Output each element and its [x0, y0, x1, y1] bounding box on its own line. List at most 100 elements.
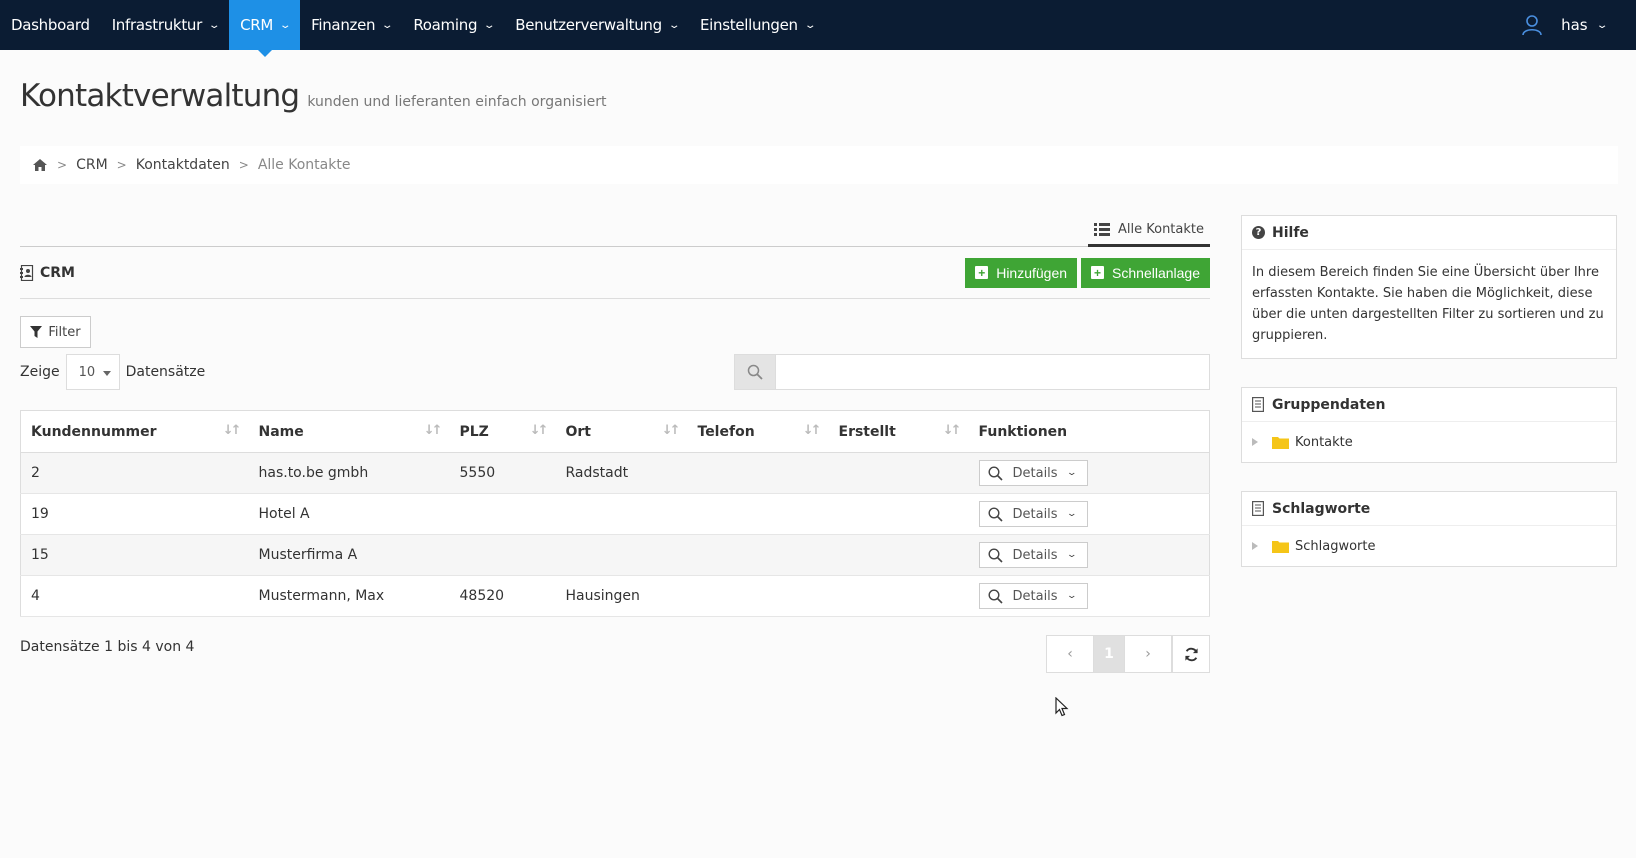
- action-buttons: + Hinzufügen + Schnellanlage: [965, 257, 1210, 288]
- add-button[interactable]: + Hinzufügen: [965, 257, 1078, 288]
- table-controls: Zeige 10 Datensätze: [20, 354, 1210, 390]
- chevron-down-icon: ⌄: [1065, 591, 1078, 601]
- cell-plz: 48520: [449, 575, 556, 617]
- chevron-down-icon: ⌄: [1065, 550, 1078, 560]
- search-icon: [987, 506, 1003, 522]
- search-addon: [734, 354, 776, 390]
- column-label: Erstellt: [838, 423, 896, 440]
- tree-item-schlagworte[interactable]: Schlagworte: [1242, 526, 1616, 566]
- filter-label: Filter: [48, 324, 81, 340]
- next-page-button[interactable]: ›: [1124, 635, 1172, 673]
- cell-kundennummer: 19: [20, 493, 249, 535]
- page-length-value: 10: [78, 364, 96, 380]
- expand-arrow-icon[interactable]: [1252, 542, 1258, 550]
- search-input[interactable]: [776, 354, 1210, 390]
- nav-infrastruktur[interactable]: Infrastruktur ⌄: [101, 0, 229, 50]
- home-icon[interactable]: [32, 158, 48, 172]
- cell-funktionen: Details ⌄: [968, 575, 1210, 617]
- col-name[interactable]: Name ↓↑: [248, 410, 450, 453]
- top-navbar: Dashboard Infrastruktur ⌄ CRM ⌄ Finanzen ⌄ …: [0, 0, 1636, 57]
- document-icon: [1252, 397, 1264, 412]
- nav-label: Infrastruktur: [111, 16, 203, 34]
- cell-erstellt: [828, 452, 969, 494]
- details-button[interactable]: Details ⌄: [978, 542, 1088, 568]
- col-ort[interactable]: Ort ↓↑: [555, 410, 688, 453]
- nav-crm[interactable]: CRM ⌄: [229, 0, 301, 57]
- breadcrumb-crm[interactable]: CRM: [76, 157, 108, 173]
- tree-item-kontakte[interactable]: Kontakte: [1242, 422, 1616, 462]
- user-name-label: has: [1561, 16, 1588, 34]
- cell-ort: Hausingen: [555, 575, 688, 617]
- table-row[interactable]: 19 Hotel A Details ⌄: [20, 493, 1210, 535]
- table-row[interactable]: 4 Mustermann, Max 48520 Hausingen Detail…: [20, 575, 1210, 617]
- cell-telefon: [687, 575, 829, 617]
- details-button[interactable]: Details ⌄: [978, 501, 1088, 527]
- details-button[interactable]: Details ⌄: [978, 583, 1088, 609]
- column-label: Ort: [565, 423, 592, 440]
- details-label: Details: [1012, 588, 1058, 604]
- search-icon: [747, 364, 763, 380]
- nav-benutzerverwaltung[interactable]: Benutzerverwaltung ⌄: [504, 0, 689, 50]
- column-label: Name: [258, 423, 304, 440]
- details-button[interactable]: Details ⌄: [978, 460, 1088, 486]
- cell-erstellt: [828, 493, 969, 535]
- nav-label: Roaming: [413, 16, 478, 34]
- user-menu[interactable]: has ⌄: [1521, 0, 1636, 50]
- refresh-button[interactable]: [1172, 635, 1210, 673]
- cell-funktionen: Details ⌄: [968, 534, 1210, 576]
- col-telefon[interactable]: Telefon ↓↑: [687, 410, 829, 453]
- col-erstellt[interactable]: Erstellt ↓↑: [828, 410, 969, 453]
- sort-icon: ↓↑: [529, 423, 549, 438]
- cell-erstellt: [828, 575, 969, 617]
- chevron-down-icon: ⌄: [803, 19, 817, 31]
- breadcrumb-current: Alle Kontakte: [257, 157, 351, 173]
- sort-icon: ↓↑: [661, 423, 681, 438]
- chevron-down-icon: ⌄: [279, 19, 292, 31]
- question-icon: ?: [1252, 226, 1265, 239]
- previous-page-button[interactable]: ‹: [1046, 635, 1094, 673]
- table-row[interactable]: 15 Musterfirma A Details ⌄: [20, 534, 1210, 576]
- breadcrumb-separator-icon: >: [238, 158, 249, 172]
- plus-icon: +: [1091, 266, 1105, 279]
- filter-button[interactable]: Filter: [20, 316, 91, 348]
- help-title: Hilfe: [1272, 224, 1309, 241]
- col-kundennummer[interactable]: Kundennummer ↓↑: [20, 410, 249, 453]
- cell-ort: [555, 534, 688, 576]
- breadcrumb: > CRM > Kontaktdaten > Alle Kontakte: [20, 146, 1618, 184]
- column-label: Telefon: [697, 423, 755, 440]
- details-label: Details: [1012, 465, 1058, 481]
- tree-item-label: Schlagworte: [1295, 538, 1376, 554]
- nav-finanzen[interactable]: Finanzen ⌄: [300, 0, 402, 50]
- table-row[interactable]: 2 has.to.be gmbh 5550 Radstadt Details ⌄: [20, 452, 1210, 494]
- nav-label: Dashboard: [11, 16, 90, 34]
- cell-name: Hotel A: [248, 493, 450, 535]
- main-content: Alle Kontakte CRM + Hinzufügen + Schnellan…: [20, 215, 1210, 673]
- nav-dashboard[interactable]: Dashboard: [0, 0, 101, 50]
- cell-plz: 5550: [449, 452, 556, 494]
- table-header-row: Kundennummer ↓↑ Name ↓↑ PLZ ↓↑ Ort ↓↑ Telefo…: [20, 410, 1210, 453]
- nav-label: Einstellungen: [699, 16, 798, 34]
- sidebar: ? Hilfe In diesem Bereich finden Sie ein…: [1241, 215, 1617, 595]
- col-plz[interactable]: PLZ ↓↑: [449, 410, 556, 453]
- groups-panel: Gruppendaten Kontakte: [1241, 387, 1617, 463]
- expand-arrow-icon[interactable]: [1252, 438, 1258, 446]
- breadcrumb-kontaktdaten[interactable]: Kontaktdaten: [136, 157, 230, 173]
- page-1-button[interactable]: 1: [1093, 635, 1125, 673]
- length-prefix: Zeige: [20, 364, 60, 380]
- nav-roaming[interactable]: Roaming ⌄: [402, 0, 504, 50]
- user-name[interactable]: has ⌄: [1561, 16, 1608, 34]
- breadcrumb-separator-icon: >: [116, 158, 127, 172]
- folder-icon: [1272, 436, 1289, 449]
- quick-add-button[interactable]: + Schnellanlage: [1081, 257, 1210, 288]
- sort-icon: ↓↑: [423, 423, 443, 438]
- cell-name: has.to.be gmbh: [248, 452, 450, 494]
- cell-ort: Radstadt: [555, 452, 688, 494]
- nav-label: Benutzerverwaltung: [515, 16, 662, 34]
- page-length-select[interactable]: 10: [65, 354, 120, 390]
- sort-icon: ↓↑: [802, 423, 822, 438]
- tab-alle-kontakte[interactable]: Alle Kontakte: [1087, 215, 1210, 247]
- nav-einstellungen[interactable]: Einstellungen ⌄: [689, 0, 825, 50]
- mouse-cursor-icon: [1055, 697, 1069, 717]
- search-group: [734, 354, 1210, 390]
- cell-telefon: [687, 493, 829, 535]
